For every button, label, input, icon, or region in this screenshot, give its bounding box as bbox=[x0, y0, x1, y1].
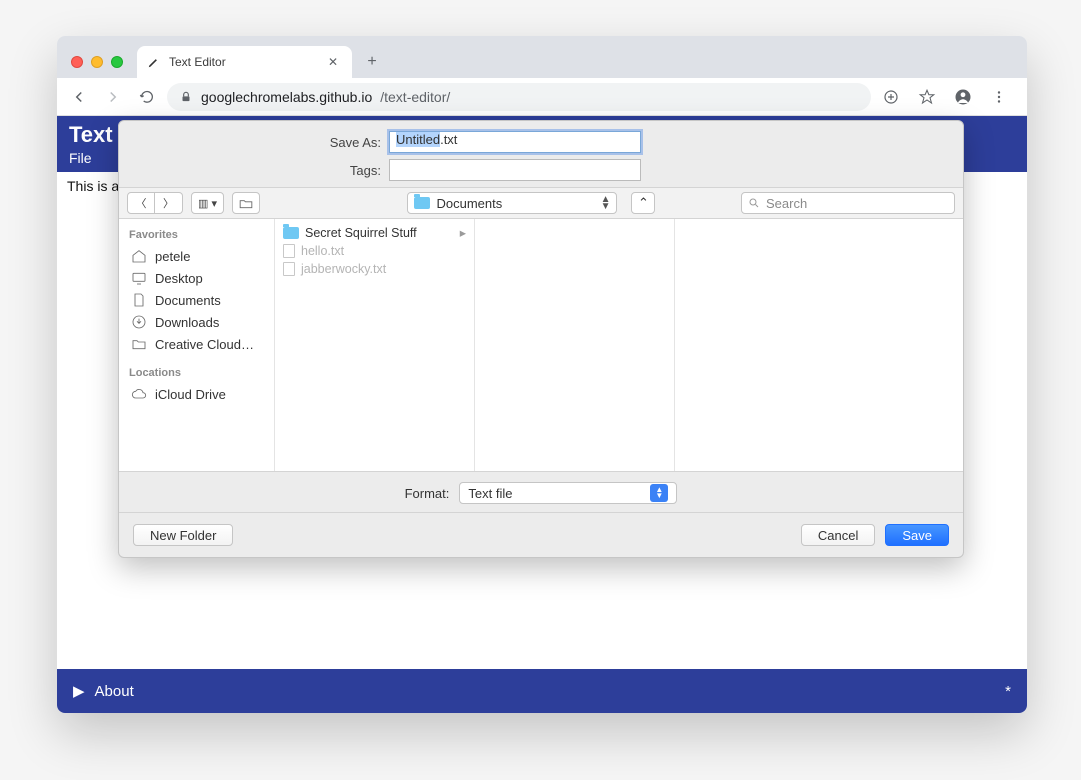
save-as-label: Save As: bbox=[133, 135, 381, 150]
home-icon bbox=[131, 248, 147, 264]
search-placeholder: Search bbox=[766, 196, 807, 211]
new-folder-button[interactable]: New Folder bbox=[133, 524, 233, 546]
back-button[interactable] bbox=[65, 83, 93, 111]
tab-title: Text Editor bbox=[169, 55, 226, 69]
sidebar: Favorites petele Desktop Documents Downl… bbox=[119, 219, 275, 471]
search-input[interactable]: Search bbox=[741, 192, 955, 214]
cancel-button[interactable]: Cancel bbox=[801, 524, 875, 546]
pencil-icon bbox=[147, 55, 161, 69]
sidebar-item-documents[interactable]: Documents bbox=[119, 289, 274, 311]
url-host: googlechromelabs.github.io bbox=[201, 89, 372, 105]
format-select[interactable]: Text file ▲▼ bbox=[459, 482, 677, 504]
bookmark-star-icon[interactable] bbox=[913, 83, 941, 111]
about-label: About bbox=[95, 683, 134, 700]
url-bar[interactable]: googlechromelabs.github.io/text-editor/ bbox=[167, 83, 871, 111]
search-icon bbox=[748, 197, 760, 209]
filename-input[interactable]: Untitled.txt bbox=[389, 131, 641, 153]
tags-label: Tags: bbox=[133, 163, 381, 178]
file-column: Secret Squirrel Stuff▸ hello.txt jabberw… bbox=[275, 219, 475, 471]
format-value: Text file bbox=[468, 486, 512, 501]
dialog-header: Save As: Untitled.txt Tags: bbox=[119, 121, 963, 187]
folder-item[interactable]: Secret Squirrel Stuff▸ bbox=[275, 223, 474, 242]
desktop-icon bbox=[131, 270, 147, 286]
sidebar-item-home[interactable]: petele bbox=[119, 245, 274, 267]
window-controls bbox=[71, 56, 123, 68]
location-popup[interactable]: Documents ▲▼ bbox=[407, 192, 617, 214]
page-content: Text File This is a n ▶ About * Save As:… bbox=[57, 116, 1027, 713]
downloads-icon bbox=[131, 314, 147, 330]
address-bar: googlechromelabs.github.io/text-editor/ bbox=[57, 78, 1027, 116]
sidebar-locations-header: Locations bbox=[119, 363, 274, 383]
profile-icon[interactable] bbox=[949, 83, 977, 111]
chevron-right-icon: ▸ bbox=[460, 225, 466, 240]
url-path: /text-editor/ bbox=[380, 89, 450, 105]
file-item: jabberwocky.txt bbox=[275, 260, 474, 278]
menu-kebab-icon[interactable] bbox=[985, 83, 1013, 111]
about-bar[interactable]: ▶ About * bbox=[57, 669, 1027, 713]
sidebar-item-desktop[interactable]: Desktop bbox=[119, 267, 274, 289]
file-column-empty bbox=[475, 219, 675, 471]
folder-icon bbox=[414, 197, 430, 209]
file-icon bbox=[283, 262, 295, 276]
sidebar-favorites-header: Favorites bbox=[119, 225, 274, 245]
modified-indicator: * bbox=[1005, 683, 1011, 700]
close-tab-button[interactable]: ✕ bbox=[324, 55, 342, 69]
maximize-window-button[interactable] bbox=[111, 56, 123, 68]
file-columns: Secret Squirrel Stuff▸ hello.txt jabberw… bbox=[275, 219, 963, 471]
format-label: Format: bbox=[405, 486, 450, 501]
nav-forward-button[interactable]: 〉 bbox=[155, 192, 183, 214]
stepper-icon: ▲▼ bbox=[601, 196, 611, 210]
new-tab-button[interactable]: + bbox=[358, 48, 386, 76]
file-column-empty bbox=[675, 219, 875, 471]
sidebar-item-downloads[interactable]: Downloads bbox=[119, 311, 274, 333]
nav-segment: 〈 〉 bbox=[127, 192, 183, 214]
folder-icon bbox=[131, 336, 147, 352]
dialog-buttons: New Folder Cancel Save bbox=[119, 513, 963, 557]
sidebar-item-icloud[interactable]: iCloud Drive bbox=[119, 383, 274, 405]
toolbar-right bbox=[877, 83, 1019, 111]
group-button[interactable] bbox=[232, 192, 260, 214]
file-icon bbox=[283, 244, 295, 258]
lock-icon bbox=[179, 90, 193, 104]
tab-strip: Text Editor ✕ + bbox=[57, 36, 1027, 78]
disclosure-triangle-icon: ▶ bbox=[73, 682, 85, 700]
dialog-toolbar: 〈 〉 ▥ ▾ Documents ▲▼ ⌃ Search bbox=[119, 187, 963, 219]
file-item: hello.txt bbox=[275, 242, 474, 260]
cloud-icon bbox=[131, 386, 147, 402]
format-row: Format: Text file ▲▼ bbox=[119, 472, 963, 513]
dropdown-arrows-icon: ▲▼ bbox=[650, 484, 668, 502]
save-button[interactable]: Save bbox=[885, 524, 949, 546]
view-mode-button[interactable]: ▥ ▾ bbox=[191, 192, 224, 214]
collapse-button[interactable]: ⌃ bbox=[631, 192, 655, 214]
filename-ext: .txt bbox=[440, 132, 457, 147]
dialog-body: Favorites petele Desktop Documents Downl… bbox=[119, 219, 963, 472]
close-window-button[interactable] bbox=[71, 56, 83, 68]
filename-selected: Untitled bbox=[396, 132, 440, 147]
browser-tab[interactable]: Text Editor ✕ bbox=[137, 46, 352, 78]
folder-icon bbox=[283, 227, 299, 239]
doc-icon bbox=[131, 292, 147, 308]
location-label: Documents bbox=[436, 196, 502, 211]
tags-input[interactable] bbox=[389, 159, 641, 181]
forward-button[interactable] bbox=[99, 83, 127, 111]
reload-button[interactable] bbox=[133, 83, 161, 111]
install-icon[interactable] bbox=[877, 83, 905, 111]
browser-window: Text Editor ✕ + googlechromelabs.github.… bbox=[57, 36, 1027, 713]
minimize-window-button[interactable] bbox=[91, 56, 103, 68]
sidebar-item-creative-cloud[interactable]: Creative Cloud… bbox=[119, 333, 274, 355]
nav-back-button[interactable]: 〈 bbox=[127, 192, 155, 214]
save-dialog: Save As: Untitled.txt Tags: 〈 〉 ▥ ▾ bbox=[118, 120, 964, 558]
